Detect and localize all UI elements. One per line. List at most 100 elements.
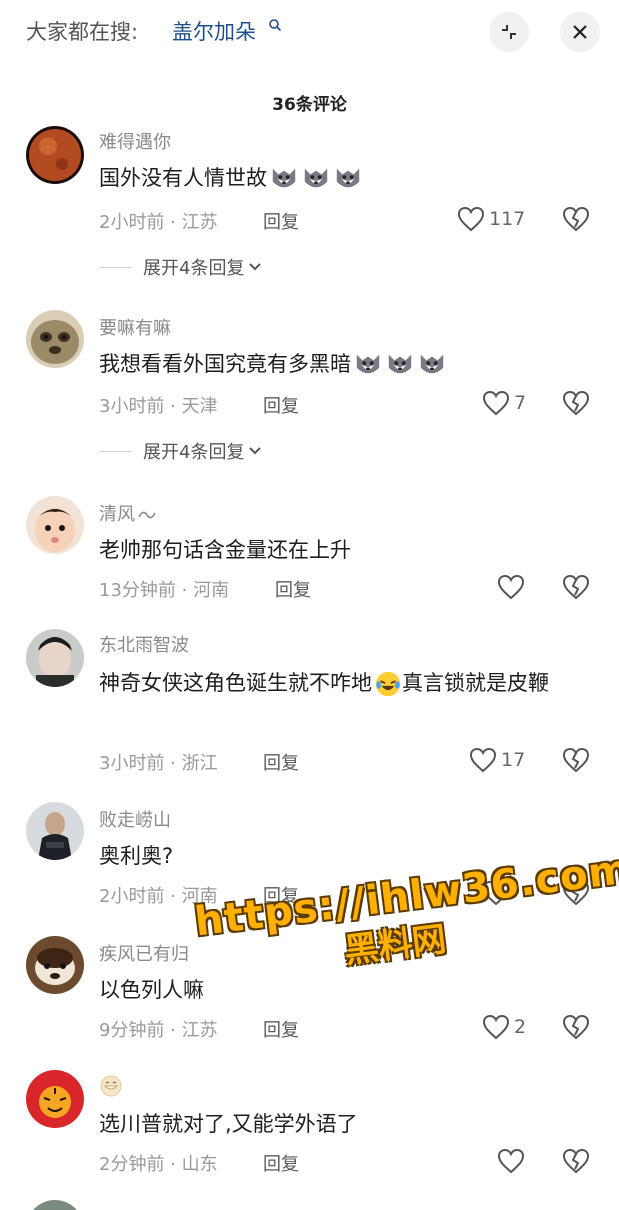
husky-emoji-icon	[420, 354, 444, 374]
avatar-partial[interactable]	[26, 1200, 84, 1210]
comment-text: 我想看看外国究竟有多黑暗	[99, 346, 594, 382]
chevron-down-icon	[249, 447, 262, 455]
comment-item: 疾风已有归 以色列人嘛 9分钟前 · 江苏 回复 2	[0, 932, 619, 1052]
meta-separator: ·	[164, 1020, 182, 1041]
meta-separator: ·	[175, 580, 194, 601]
comment-text: 老帅那句话含金量还在上升	[99, 538, 351, 562]
comment-location: 江苏	[181, 1020, 218, 1041]
search-icon[interactable]	[268, 18, 282, 36]
grinning-emoji-icon	[100, 1075, 122, 1097]
comment-meta: 13分钟前 · 河南	[99, 576, 229, 602]
comment-location: 山东	[181, 1154, 218, 1175]
collapse-button[interactable]	[489, 12, 529, 52]
comment-text-part1: 神奇女侠这角色诞生就不咋地	[99, 671, 372, 695]
comment-time: 13分钟前	[99, 580, 176, 601]
dislike-broken-heart-icon[interactable]	[562, 1013, 590, 1041]
reply-button[interactable]: 回复	[263, 1016, 299, 1042]
dislike-broken-heart-icon[interactable]	[562, 389, 590, 417]
meta-separator: ·	[164, 1154, 182, 1175]
search-prefix-label: 大家都在搜:	[26, 20, 139, 44]
reply-button[interactable]: 回复	[275, 576, 311, 602]
dislike-broken-heart-icon[interactable]	[562, 573, 590, 601]
close-button[interactable]	[560, 12, 600, 52]
like-button[interactable]: 2	[482, 1012, 526, 1042]
comment-meta: 3小时前 · 天津	[99, 392, 218, 418]
comment-text: 以色列人嘛	[99, 978, 204, 1002]
dislike-broken-heart-icon[interactable]	[562, 879, 590, 907]
reply-button[interactable]: 回复	[263, 882, 299, 908]
comment-location: 江苏	[181, 212, 218, 233]
comment-username[interactable]	[99, 1074, 123, 1103]
expand-replies-button[interactable]: 展开4条回复	[99, 438, 264, 464]
like-count: 117	[489, 208, 526, 230]
dislike-broken-heart-icon[interactable]	[562, 205, 590, 233]
avatar[interactable]	[26, 629, 84, 687]
like-button[interactable]	[497, 572, 525, 602]
comment-text-body: 国外没有人情世故	[99, 166, 267, 190]
comment-text: 国外没有人情世故	[99, 160, 594, 196]
comment-item: 东北雨智波 神奇女侠这角色诞生就不咋地 真言锁就是皮鞭 3小时前 · 浙江 回复 …	[0, 625, 619, 785]
comment-username[interactable]: 疾风已有归	[99, 940, 189, 966]
reply-button[interactable]: 回复	[263, 208, 299, 234]
reply-button[interactable]: 回复	[263, 392, 299, 418]
avatar[interactable]	[26, 1070, 84, 1128]
search-keyword-link[interactable]: 盖尔加朵	[172, 16, 256, 46]
comment-item: 难得遇你 国外没有人情世故 2小时前 · 江苏 回复 117 展开4条回复	[0, 120, 619, 290]
husky-emoji-icon	[272, 168, 296, 188]
like-button[interactable]	[497, 1146, 525, 1176]
expand-replies-button[interactable]: 展开4条回复	[99, 254, 264, 280]
expand-replies-label: 展开4条回复	[143, 442, 245, 463]
top-bar: 大家都在搜: 盖尔加朵	[0, 0, 619, 70]
comment-time: 9分钟前	[99, 1020, 165, 1041]
husky-emoji-icon	[336, 168, 360, 188]
comment-item: 要嘛有嘛 我想看看外国究竟有多黑暗 3小时前 · 天津 回复 7 展开4条回复	[0, 306, 619, 476]
avatar[interactable]	[26, 126, 84, 184]
like-count: 7	[514, 392, 527, 414]
comment-location: 河南	[193, 580, 230, 601]
comment-location: 天津	[181, 396, 218, 417]
like-count: 17	[501, 749, 526, 771]
comment-username[interactable]: 败走崂山	[99, 806, 171, 832]
heart-icon	[498, 575, 524, 599]
comment-text: 神奇女侠这角色诞生就不咋地 真言锁就是皮鞭	[99, 665, 594, 701]
reply-button[interactable]: 回复	[263, 1150, 299, 1176]
comment-item: 败走崂山 奥利奥? 2小时前 · 河南 回复	[0, 798, 619, 918]
dislike-broken-heart-icon[interactable]	[562, 1147, 590, 1175]
heart-icon	[458, 207, 484, 231]
comment-item: 清风 老帅那句话含金量还在上升 13分钟前 · 河南 回复	[0, 490, 619, 610]
comment-username[interactable]: 难得遇你	[99, 128, 171, 154]
chevron-down-icon	[249, 263, 262, 271]
avatar[interactable]	[26, 310, 84, 368]
like-button[interactable]	[482, 878, 510, 908]
comment-username[interactable]: 清风	[99, 500, 157, 526]
meta-separator: ·	[164, 886, 182, 907]
comment-location: 浙江	[181, 753, 218, 774]
comment-username[interactable]: 要嘛有嘛	[99, 314, 171, 340]
comment-meta: 2小时前 · 江苏	[99, 208, 218, 234]
laughing-crying-emoji-icon	[375, 671, 401, 697]
meta-separator: ·	[164, 212, 182, 233]
husky-emoji-icon	[304, 168, 328, 188]
comment-meta: 2小时前 · 河南	[99, 882, 218, 908]
heart-icon	[470, 748, 496, 772]
comment-location: 河南	[181, 886, 218, 907]
husky-emoji-icon	[388, 354, 412, 374]
comment-meta: 9分钟前 · 江苏	[99, 1016, 218, 1042]
comment-username[interactable]: 东北雨智波	[99, 631, 189, 657]
like-button[interactable]: 17	[469, 745, 525, 775]
comment-text: 奥利奥?	[99, 844, 174, 868]
like-button[interactable]: 7	[482, 388, 526, 418]
like-button[interactable]: 117	[457, 204, 525, 234]
dislike-broken-heart-icon[interactable]	[562, 746, 590, 774]
avatar[interactable]	[26, 802, 84, 860]
expand-replies-label: 展开4条回复	[143, 258, 245, 279]
swirl-icon	[138, 511, 156, 519]
avatar[interactable]	[26, 496, 84, 554]
avatar[interactable]	[26, 936, 84, 994]
heart-icon	[483, 1015, 509, 1039]
comment-meta: 3小时前 · 浙江	[99, 749, 218, 775]
comment-time: 2分钟前	[99, 1154, 165, 1175]
meta-separator: ·	[164, 396, 182, 417]
comment-text-part2: 真言锁就是皮鞭	[402, 671, 549, 695]
reply-button[interactable]: 回复	[263, 749, 299, 775]
